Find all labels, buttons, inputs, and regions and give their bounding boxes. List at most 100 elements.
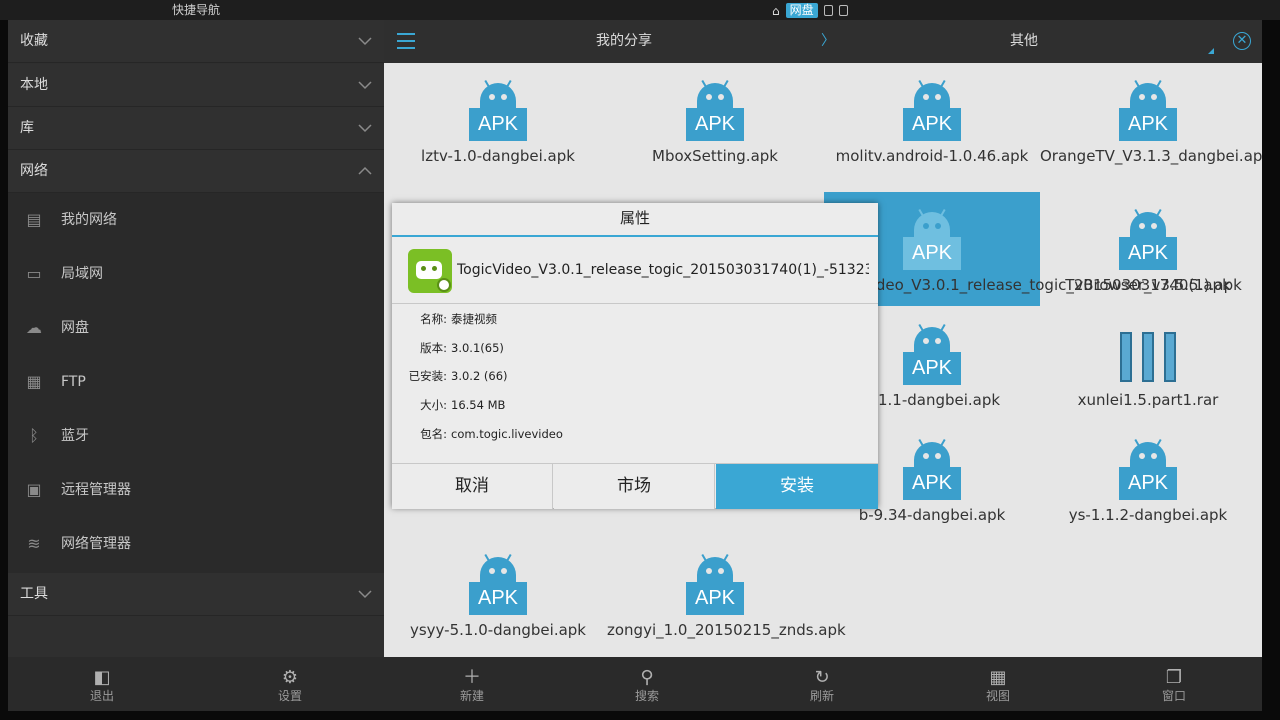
ftp-icon: ▦ bbox=[26, 372, 42, 391]
prop-value: 3.0.1(65) bbox=[451, 340, 504, 355]
breadcrumb-separator: 〉 bbox=[821, 33, 835, 49]
sidebar-section-library[interactable]: 库 bbox=[8, 107, 384, 150]
new-label: 新建 bbox=[459, 689, 484, 703]
my-network-icon: ▤ bbox=[26, 210, 42, 229]
sidebar-item-bluetooth[interactable]: ᛒ 蓝牙 bbox=[8, 409, 384, 463]
window-icon: ❐ bbox=[1165, 667, 1183, 688]
apk-file-item[interactable]: APK zongyi_1.0_20150215_znds.apk bbox=[607, 537, 846, 651]
prop-key: 包名: bbox=[420, 426, 447, 441]
sidebar-item-label: 蓝牙 bbox=[61, 428, 89, 444]
apk-file-item[interactable]: APK ysyy-5.1.0-dangbei.apk bbox=[390, 537, 606, 651]
cancel-button[interactable]: 取消 bbox=[392, 464, 553, 509]
dialog-app-header: TogicVideo_V3.0.1_release_togic_20150303… bbox=[392, 237, 878, 304]
chevron-down-icon bbox=[358, 590, 372, 599]
refresh-label: 刷新 bbox=[809, 689, 834, 703]
exit-button[interactable]: ◧ 退出 bbox=[62, 657, 142, 711]
refresh-icon: ↻ bbox=[814, 667, 830, 688]
file-name: OrangeTV_V3.1.3_dangbei.apk bbox=[1040, 147, 1262, 165]
tab-other[interactable]: 其他 bbox=[934, 20, 1114, 63]
close-icon[interactable]: ✕ bbox=[1233, 32, 1251, 50]
chevron-up-icon bbox=[358, 166, 372, 175]
apk-icon: APK bbox=[903, 323, 961, 389]
corner-indicator-icon bbox=[1208, 48, 1214, 54]
apk-icon: APK bbox=[1119, 208, 1177, 274]
settings-label: 设置 bbox=[277, 689, 302, 703]
install-button[interactable]: 安装 bbox=[716, 464, 878, 509]
refresh-button[interactable]: ↻ 刷新 bbox=[782, 657, 862, 711]
sd-card-icon bbox=[838, 5, 848, 16]
file-name: ysyy-5.1.0-dangbei.apk bbox=[409, 621, 586, 639]
chevron-down-icon bbox=[358, 124, 372, 133]
sidebar-item-cloud[interactable]: ☁ 网盘 bbox=[8, 301, 384, 355]
apk-icon: APK bbox=[903, 79, 961, 145]
prop-name: 名称: 泰捷视频 bbox=[392, 312, 878, 341]
search-icon: ⚲ bbox=[640, 667, 654, 688]
cloud-icon: ☁ bbox=[26, 318, 42, 337]
settings-button[interactable]: ⚙ 设置 bbox=[250, 657, 330, 711]
chevron-down-icon bbox=[358, 37, 372, 46]
apk-file-item[interactable]: APK ys-1.1.2-dangbei.apk bbox=[1040, 422, 1256, 536]
sidebar-item-lan[interactable]: ▭ 局域网 bbox=[8, 247, 384, 301]
apk-icon: APK bbox=[686, 79, 744, 145]
search-button[interactable]: ⚲ 搜索 bbox=[607, 657, 687, 711]
plus-icon: ＋ bbox=[463, 667, 481, 688]
file-name: zongyi_1.0_20150215_znds.apk bbox=[607, 621, 846, 639]
sidebar-item-label: FTP bbox=[61, 374, 86, 390]
prop-value: com.togic.livevideo bbox=[451, 426, 563, 441]
prop-key: 版本: bbox=[420, 340, 447, 355]
apk-file-item[interactable]: APK OrangeTV_V3.1.3_dangbei.apk bbox=[1040, 63, 1262, 177]
sidebar-item-ftp[interactable]: ▦ FTP bbox=[8, 355, 384, 409]
apk-icon: APK bbox=[469, 553, 527, 619]
dialog-filename: TogicVideo_V3.0.1_release_togic_20150303… bbox=[457, 262, 869, 278]
sidebar-item-network-manager[interactable]: ≋ 网络管理器 bbox=[8, 517, 384, 571]
market-button[interactable]: 市场 bbox=[554, 464, 715, 509]
sidebar-section-network[interactable]: 网络 bbox=[8, 150, 384, 193]
file-name: MboxSetting.apk bbox=[652, 147, 778, 165]
quick-nav-title: 快捷导航 bbox=[171, 3, 220, 17]
wifi-icon: ≋ bbox=[27, 534, 41, 553]
gear-icon: ⚙ bbox=[281, 667, 299, 688]
tab-my-share[interactable]: 我的分享 bbox=[534, 20, 714, 63]
file-name: molitv.android-1.0.46.apk bbox=[835, 147, 1029, 165]
sidebar-item-label: 局域网 bbox=[61, 266, 103, 282]
window-label: 窗口 bbox=[1161, 689, 1186, 703]
apk-file-item[interactable]: APK lztv-1.0-dangbei.apk bbox=[390, 63, 606, 177]
pane-header: 我的分享 〉 其他 ✕ bbox=[384, 20, 1262, 63]
sidebar-item-my-network[interactable]: ▤ 我的网络 bbox=[8, 193, 384, 247]
sidebar-item-label: 远程管理器 bbox=[61, 482, 131, 498]
sidebar-section-label: 本地 bbox=[20, 77, 48, 93]
window-button[interactable]: ❐ 窗口 bbox=[1134, 657, 1214, 711]
sidebar-item-remote-manager[interactable]: ▣ 远程管理器 bbox=[8, 463, 384, 517]
network-submenu: ▤ 我的网络 ▭ 局域网 ☁ 网盘 ▦ FTP ᛒ 蓝牙 ▣ 远程管理器 ≋ 网… bbox=[8, 193, 384, 573]
prop-key: 大小: bbox=[420, 398, 447, 413]
rar-file-item[interactable]: xunlei1.5.part1.rar bbox=[1040, 307, 1256, 421]
dialog-title: 属性 bbox=[392, 203, 878, 237]
device-icon bbox=[823, 5, 833, 16]
new-button[interactable]: ＋ 新建 bbox=[432, 657, 512, 711]
apk-file-item[interactable]: APK molitv.android-1.0.46.apk bbox=[824, 63, 1040, 177]
remote-manager-icon: ▣ bbox=[26, 480, 42, 499]
sidebar-section-tools[interactable]: 工具 bbox=[8, 573, 384, 616]
sidebar-section-local[interactable]: 本地 bbox=[8, 64, 384, 107]
prop-package: 包名: com.togic.livevideo bbox=[392, 427, 878, 456]
exit-label: 退出 bbox=[89, 689, 114, 703]
apk-icon: APK bbox=[1119, 79, 1177, 145]
sidebar-item-label: 网络管理器 bbox=[61, 536, 131, 552]
dialog-buttons: 取消 市场 安装 bbox=[392, 463, 878, 509]
prop-key: 已安装: bbox=[408, 369, 447, 384]
apk-icon: APK bbox=[686, 553, 744, 619]
apk-file-item[interactable]: APK MboxSetting.apk bbox=[607, 63, 823, 177]
sidebar-section-label: 工具 bbox=[20, 586, 48, 602]
apk-file-item[interactable]: APK TvBrowser_v3.5.5.apk bbox=[1040, 192, 1256, 306]
properties-dialog: 属性 TogicVideo_V3.0.1_release_togic_20150… bbox=[392, 203, 878, 509]
apk-icon: APK bbox=[1119, 438, 1177, 504]
menu-icon[interactable] bbox=[397, 33, 415, 49]
sidebar-item-label: 我的网络 bbox=[61, 212, 117, 228]
file-name: ys-1.1.2-dangbei.apk bbox=[1068, 506, 1228, 524]
apk-icon: APK bbox=[469, 79, 527, 145]
lan-icon: ▭ bbox=[26, 264, 42, 283]
view-button[interactable]: ▦ 视图 bbox=[958, 657, 1038, 711]
file-name: xunlei1.5.part1.rar bbox=[1077, 391, 1219, 409]
sidebar-section-favorites[interactable]: 收藏 bbox=[8, 20, 384, 63]
prop-installed: 已安装: 3.0.2 (66) bbox=[392, 369, 878, 398]
